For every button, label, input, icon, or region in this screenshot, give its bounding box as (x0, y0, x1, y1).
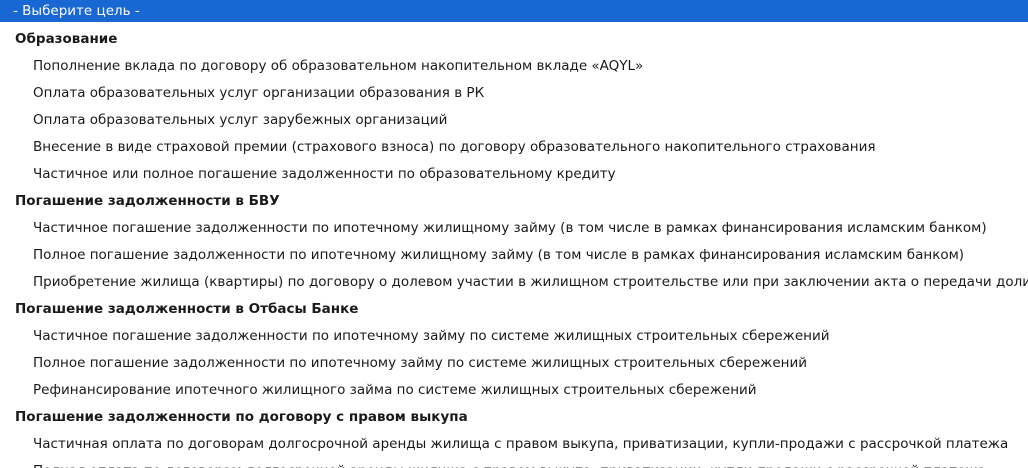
option-buyout-partial-payment[interactable]: Частичная оплата по договорам долгосрочн… (0, 431, 1028, 458)
option-bvu-partial-mortgage[interactable]: Частичное погашение задолженности по ипо… (0, 215, 1028, 242)
option-otbasy-full-loan[interactable]: Полное погашение задолженности по ипотеч… (0, 350, 1028, 377)
option-education-foreign-organization[interactable]: Оплата образовательных услуг зарубежных … (0, 107, 1028, 134)
group-label-buyout-debt: Погашение задолженности по договору с пр… (15, 409, 468, 425)
option-otbasy-partial-loan[interactable]: Частичное погашение задолженности по ипо… (0, 323, 1028, 350)
option-education-kz-organization[interactable]: Оплата образовательных услуг организации… (0, 80, 1028, 107)
placeholder-option[interactable]: - Выберите цель - (0, 0, 1028, 22)
option-bvu-shared-construction[interactable]: Приобретение жилища (квартиры) по догово… (0, 269, 1028, 296)
goal-select-dropdown[interactable]: - Выберите цель - Образование Пополнение… (0, 0, 1028, 468)
option-education-aqyl-deposit[interactable]: Пополнение вклада по договору об образов… (0, 53, 1028, 80)
group-label-education: Образование (15, 31, 118, 47)
group-label-bvu-debt: Погашение задолженности в БВУ (15, 193, 280, 209)
option-education-insurance-premium[interactable]: Внесение в виде страховой премии (страхо… (0, 134, 1028, 161)
option-otbasy-refinancing[interactable]: Рефинансирование ипотечного жилищного за… (0, 377, 1028, 404)
option-bvu-full-mortgage[interactable]: Полное погашение задолженности по ипотеч… (0, 242, 1028, 269)
option-buyout-full-payment[interactable]: Полная оплата по договорам долгосрочной … (0, 458, 1028, 468)
option-education-loan-repayment[interactable]: Частичное или полное погашение задолженн… (0, 161, 1028, 188)
group-label-otbasy-debt: Погашение задолженности в Отбасы Банке (15, 301, 359, 317)
